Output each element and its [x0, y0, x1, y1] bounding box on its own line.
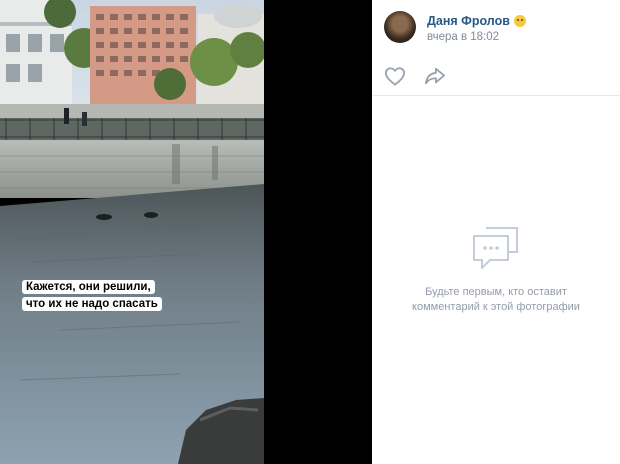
post-header: Даня Фролов вчера в 18:02: [372, 0, 620, 56]
share-arrow-icon: [424, 67, 445, 85]
comments-empty-state: Будьте первым, кто оставит комментарий к…: [372, 96, 620, 464]
empty-message-line-1: Будьте первым, кто оставит: [425, 286, 567, 298]
post-timestamp[interactable]: вчера в 18:02: [427, 31, 499, 43]
heart-icon: [384, 67, 405, 86]
caption-line-1: Кажется, они решили,: [22, 280, 155, 294]
photo-scene: [0, 0, 264, 464]
avatar[interactable]: [384, 11, 416, 43]
empty-message-line-2: комментарий к этой фотографии: [412, 301, 580, 313]
like-button[interactable]: [384, 66, 406, 86]
share-button[interactable]: [424, 66, 446, 86]
post-photo[interactable]: Кажется, они решили, что их не надо спас…: [0, 0, 264, 464]
caption-line-2: что их не надо спасать: [22, 297, 162, 311]
comments-panel: Даня Фролов вчера в 18:02 Будьте первым,…: [372, 0, 620, 464]
author-name-link[interactable]: Даня Фролов: [427, 14, 510, 28]
photo-viewer: Кажется, они решили, что их не надо спас…: [0, 0, 372, 464]
smiling-face-icon: [513, 15, 526, 27]
post-actions: [372, 56, 620, 96]
speech-bubble-icon: [473, 227, 518, 269]
author-row: Даня Фролов: [427, 14, 526, 28]
photo-caption: Кажется, они решили, что их не надо спас…: [22, 279, 178, 313]
empty-comments-message: Будьте первым, кто оставит комментарий к…: [386, 285, 606, 315]
